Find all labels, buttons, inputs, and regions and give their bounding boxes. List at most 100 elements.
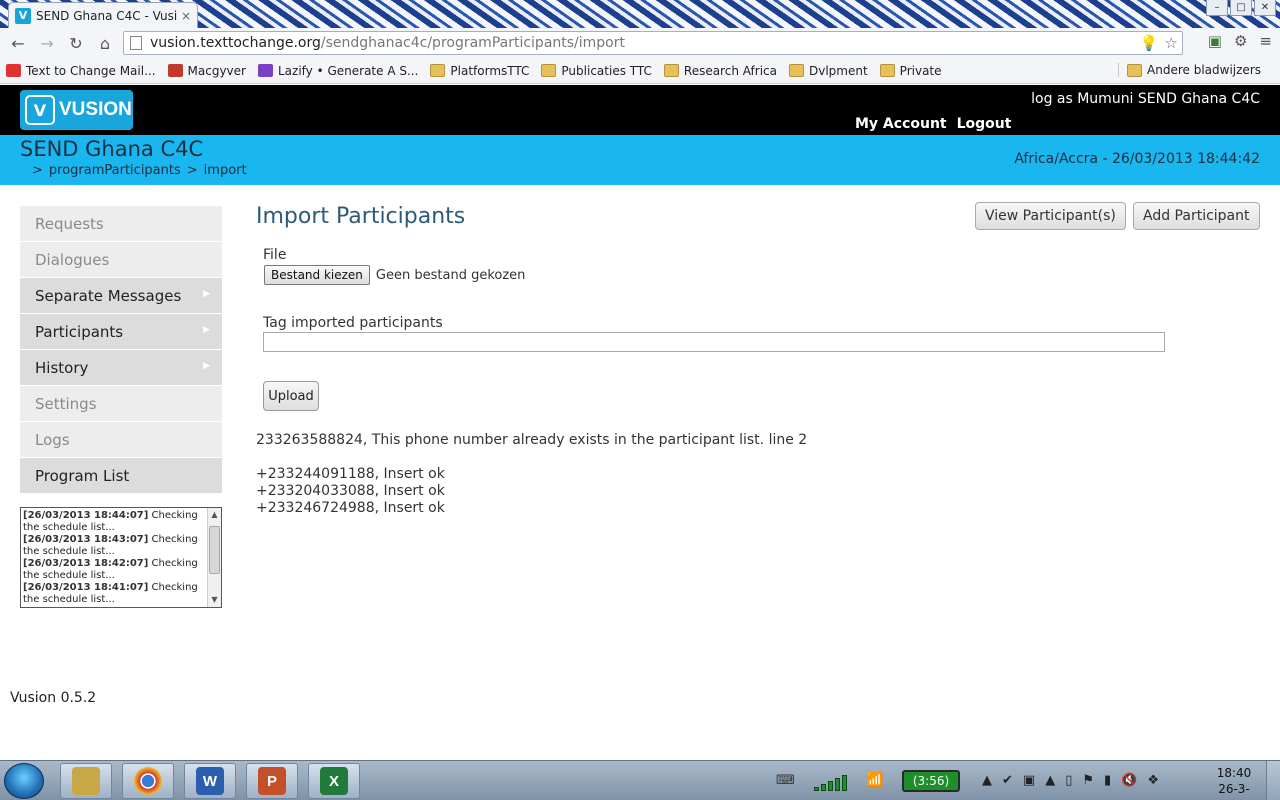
folder-icon: [72, 767, 100, 795]
bookmark-folder-platformsttc[interactable]: PlatformsTTC: [430, 64, 529, 78]
vusion-logo[interactable]: V VUSION: [20, 90, 133, 130]
bookmark-macgyver[interactable]: Macgyver: [167, 64, 246, 78]
bookmarks-bar: Text to Change Mail... Macgyver Lazify •…: [0, 58, 1280, 84]
browser-tab[interactable]: V SEND Ghana C4C - Vusion ×: [8, 2, 198, 28]
log-scrollbar[interactable]: ▲ ▼: [207, 508, 221, 607]
lightbulb-icon[interactable]: 💡: [1140, 34, 1159, 52]
sidebar-item-program-list[interactable]: Program List: [20, 458, 222, 493]
vusion-logo-icon: V: [25, 95, 55, 125]
sidebar-item-participants[interactable]: Participants ▶: [20, 314, 222, 349]
chevron-right-icon: ▶: [203, 325, 210, 335]
extension-icon[interactable]: ▣: [1208, 32, 1222, 50]
scroll-up-icon[interactable]: ▲: [208, 508, 221, 522]
back-arrow-icon[interactable]: ←: [6, 31, 30, 55]
keyboard-icon[interactable]: ⌨: [776, 773, 795, 788]
bookmark-lazify[interactable]: Lazify • Generate A S...: [257, 64, 418, 78]
breadcrumb-import[interactable]: import: [204, 163, 247, 178]
app-header: V VUSION log as Mumuni SEND Ghana C4C My…: [0, 85, 1280, 135]
program-clock: Africa/Accra - 26/03/2013 18:44:42: [1014, 151, 1260, 167]
sidebar-item-dialogues[interactable]: Dialogues: [20, 242, 222, 277]
star-icon[interactable]: ☆: [1165, 34, 1178, 52]
folder-icon: [1127, 63, 1143, 77]
address-bar[interactable]: vusion.texttochange.org/sendghanac4c/pro…: [123, 31, 1183, 55]
bookmark-folder-research-africa[interactable]: Research Africa: [663, 64, 777, 78]
wireless-icon[interactable]: 📶: [866, 772, 883, 788]
tag-label: Tag imported participants: [263, 315, 443, 331]
upload-button[interactable]: Upload: [263, 381, 319, 411]
import-error-line: 233263588824, This phone number already …: [256, 432, 808, 448]
taskbar-chrome[interactable]: [122, 763, 174, 799]
view-participants-button[interactable]: View Participant(s): [975, 202, 1126, 230]
word-icon: W: [196, 767, 224, 795]
close-window-icon[interactable]: ✕: [1254, 0, 1276, 16]
taskbar-word[interactable]: W: [184, 763, 236, 799]
forward-arrow-icon[interactable]: →: [35, 31, 59, 55]
scroll-thumb[interactable]: [209, 526, 220, 574]
page-icon: [130, 36, 142, 50]
volume-muted-icon[interactable]: 🔇: [1121, 773, 1137, 788]
choose-file-button[interactable]: Bestand kiezen: [264, 265, 370, 285]
taskbar-powerpoint[interactable]: P: [246, 763, 298, 799]
tag-input[interactable]: [263, 332, 1165, 352]
gmail-icon: [6, 64, 21, 77]
show-hidden-icons-icon[interactable]: ▲: [982, 773, 992, 788]
bookmark-folder-dvlpment[interactable]: Dvlpment: [788, 64, 868, 78]
battery-indicator[interactable]: (3:56): [902, 770, 960, 792]
sidebar-menu: Requests Dialogues Separate Messages ▶ P…: [20, 206, 222, 494]
menu-icon[interactable]: ≡: [1259, 32, 1272, 50]
my-account-link[interactable]: My Account: [855, 116, 947, 132]
add-participant-button[interactable]: Add Participant: [1133, 202, 1260, 230]
logout-link[interactable]: Logout: [957, 116, 1012, 132]
import-result-line: +233244091188, Insert ok: [256, 466, 445, 482]
bookmark-folder-private[interactable]: Private: [879, 64, 942, 78]
other-bookmarks[interactable]: Andere bladwijzers: [1118, 63, 1261, 77]
breadcrumb-separator: >: [186, 163, 198, 178]
system-clock[interactable]: 18:40 26-3-2013: [1204, 765, 1264, 800]
folder-icon: [430, 64, 446, 77]
security-check-icon[interactable]: ✔: [1002, 773, 1013, 788]
bookmark-text-to-change-mail[interactable]: Text to Change Mail...: [6, 64, 156, 78]
settings-wrench-icon[interactable]: ⚙: [1234, 32, 1247, 50]
browser-titlebar: V SEND Ghana C4C - Vusion × – □ ✕: [0, 0, 1280, 28]
log-panel[interactable]: [26/03/2013 18:44:07] Checking the sched…: [20, 507, 222, 608]
signal-strength-icon[interactable]: [814, 773, 858, 791]
scroll-down-icon[interactable]: ▼: [208, 593, 221, 607]
dropbox-icon[interactable]: ❖: [1147, 773, 1159, 788]
import-results: 233263588824, This phone number already …: [256, 432, 807, 517]
log-entry: [26/03/2013 18:42:07] Checking the sched…: [23, 558, 198, 581]
sidebar-item-settings[interactable]: Settings: [20, 386, 222, 421]
excel-icon: X: [320, 767, 348, 795]
log-entry: [26/03/2013 18:41:07] Checking the sched…: [23, 582, 198, 605]
battery-tray-icon[interactable]: ▯: [1065, 773, 1072, 788]
browser-toolbar: ← → ↻ ⌂ vusion.texttochange.org/sendghan…: [0, 28, 1280, 58]
taskbar-excel[interactable]: X: [308, 763, 360, 799]
log-entry: [26/03/2013 18:43:07] Checking the sched…: [23, 534, 198, 557]
home-icon[interactable]: ⌂: [93, 31, 117, 55]
sidebar-item-logs[interactable]: Logs: [20, 422, 222, 457]
minimize-icon[interactable]: –: [1206, 0, 1228, 16]
bookmark-folder-publicaties-ttc[interactable]: Publicaties TTC: [541, 64, 652, 78]
sidebar-item-separate-messages[interactable]: Separate Messages ▶: [20, 278, 222, 313]
no-file-chosen-text: Geen bestand gekozen: [375, 267, 526, 283]
breadcrumb-programparticipants[interactable]: programParticipants: [49, 163, 181, 178]
taskbar-explorer[interactable]: [60, 763, 112, 799]
chevron-right-icon: ▶: [203, 361, 210, 371]
sidebar-item-requests[interactable]: Requests: [20, 206, 222, 241]
log-entry: [26/03/2013 18:44:07] Checking the sched…: [23, 510, 198, 533]
tab-close-icon[interactable]: ×: [181, 9, 191, 23]
maximize-icon[interactable]: □: [1230, 0, 1252, 16]
tab-title: SEND Ghana C4C - Vusion: [36, 8, 177, 23]
updates-icon[interactable]: ▲: [1045, 773, 1055, 788]
show-desktop-button[interactable]: [1266, 761, 1280, 800]
url-text: vusion.texttochange.org/sendghanac4c/pro…: [150, 35, 625, 51]
reload-icon[interactable]: ↻: [64, 31, 88, 55]
monitor-icon[interactable]: ▣: [1023, 773, 1035, 788]
folder-icon: [879, 64, 895, 77]
flag-icon[interactable]: ⚑: [1082, 773, 1094, 788]
import-result-line: +233246724988, Insert ok: [256, 500, 445, 516]
start-button-icon[interactable]: [4, 763, 44, 799]
chrome-icon: [134, 767, 162, 795]
sidebar-item-history[interactable]: History ▶: [20, 350, 222, 385]
system-tray: ▲ ✔ ▣ ▲ ▯ ⚑ ▮ 🔇 ❖: [982, 773, 1159, 788]
network-bars-icon[interactable]: ▮: [1104, 773, 1111, 788]
